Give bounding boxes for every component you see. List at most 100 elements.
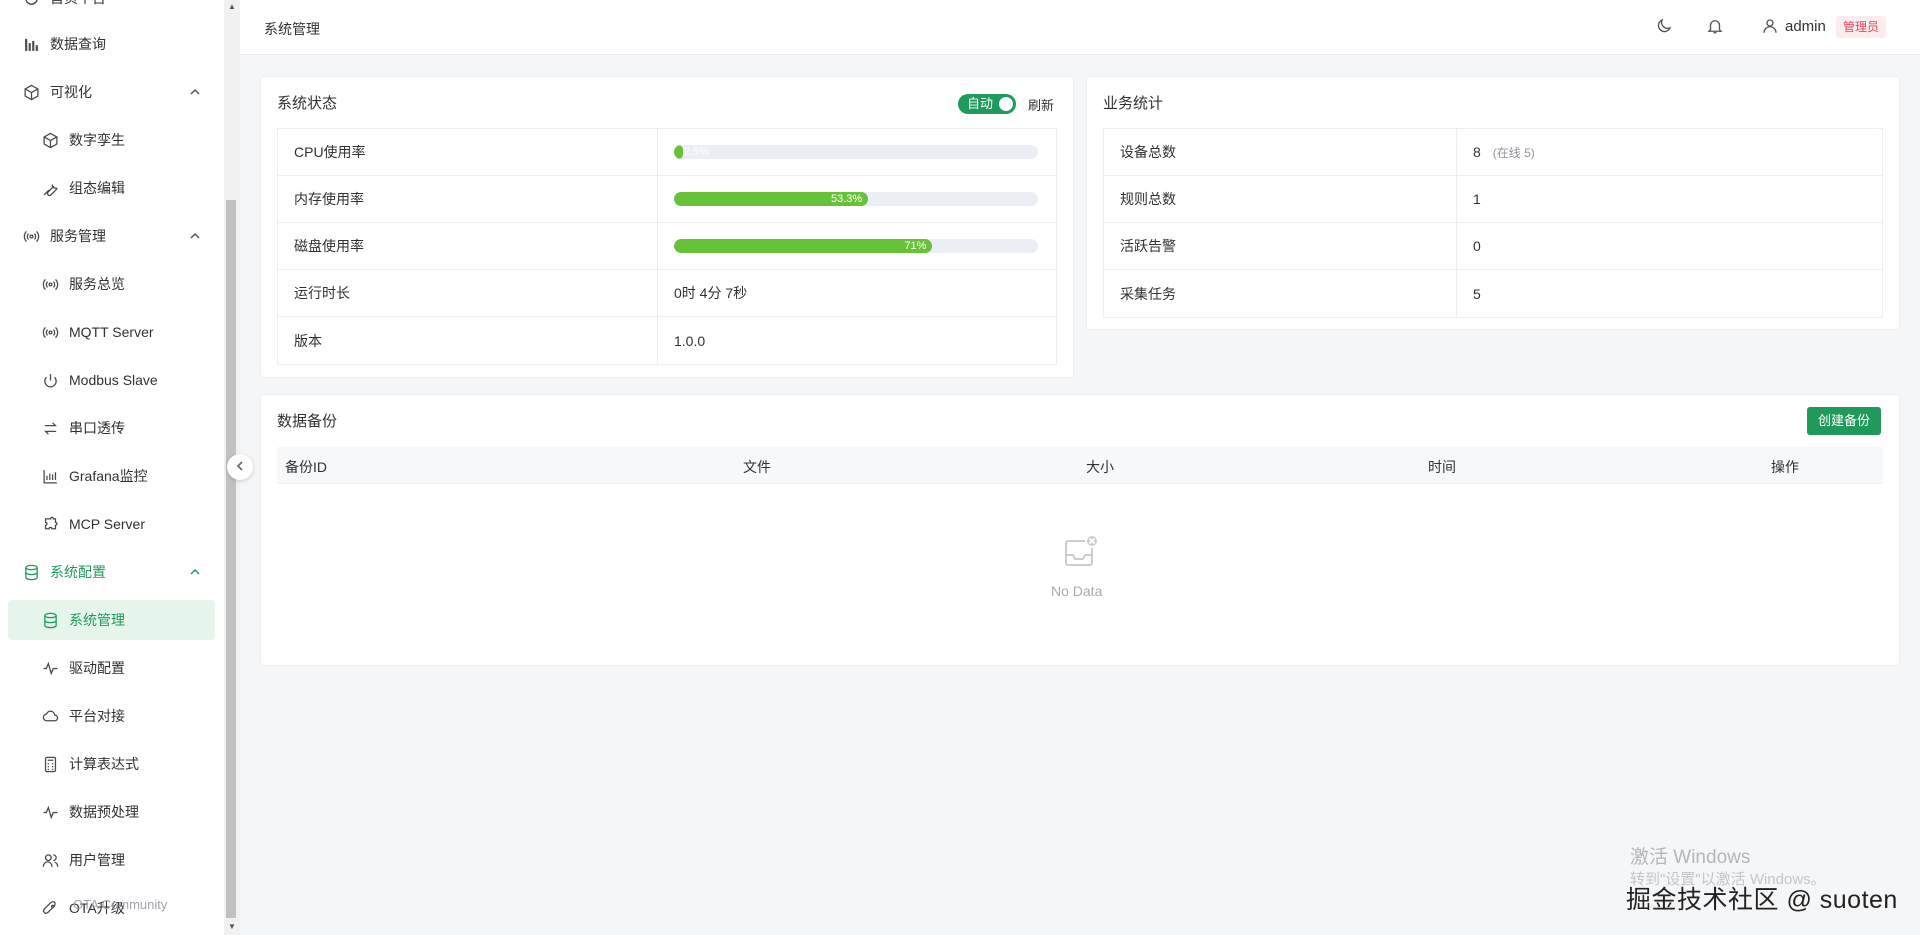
sidebar-item-label: 组态编辑 [69, 180, 125, 196]
sidebar-collapse-button[interactable] [227, 454, 253, 480]
sidebar-item-preprocessing[interactable]: 数据预处理 [8, 792, 215, 832]
role-badge: 管理员 [1836, 16, 1887, 38]
row-label: CPU使用率 [278, 129, 658, 175]
sidebar-item-expressions[interactable]: 计算表达式 [8, 744, 215, 784]
broadcast-icon [22, 227, 40, 245]
page-title: 系统管理 [264, 21, 320, 37]
sidebar-item-digital-twin[interactable]: 数字孪生 [8, 120, 215, 160]
sidebar-item-label: Modbus Slave [69, 372, 158, 388]
chevron-up-icon [189, 85, 201, 97]
calculator-icon [41, 755, 59, 773]
table-row: 设备总数 8 (在线 5) [1104, 129, 1882, 176]
column-header[interactable]: 时间 [1428, 457, 1456, 477]
sidebar-item-mcp-server[interactable]: MCP Server [8, 504, 215, 544]
create-backup-button[interactable]: 创建备份 [1807, 407, 1882, 435]
row-value: 2.5% [658, 129, 1056, 175]
sidebar-item-service-overview[interactable]: 服务总览 [8, 264, 215, 304]
system-status-card: 系统状态 自动 刷新 CPU使用率 2.5% 内存使用率 53.3% 磁盘使用率… [260, 76, 1074, 378]
progress-fill [674, 239, 933, 253]
sidebar-item-service-mgmt[interactable]: 服务管理 [8, 216, 215, 256]
table-row: 采集任务 5 [1104, 270, 1882, 317]
table-row: CPU使用率 2.5% [278, 129, 1056, 176]
sidebar-item-grafana[interactable]: Grafana监控 [8, 456, 215, 496]
column-header[interactable]: 大小 [1086, 457, 1114, 477]
card-title: 数据备份 [277, 413, 338, 430]
empty-inbox-icon [1063, 533, 1099, 569]
broadcast-icon [41, 275, 59, 293]
sidebar-item-config-editor[interactable]: 组态编辑 [8, 168, 215, 208]
memory-progress-bar: 53.3% [674, 192, 1038, 206]
user-icon[interactable] [1761, 17, 1779, 35]
sidebar-item-label: 数据查询 [50, 36, 106, 52]
sidebar-item-label: 用户管理 [69, 852, 125, 868]
table-row: 规则总数 1 [1104, 176, 1882, 223]
sidebar-item-label: 系统配置 [50, 564, 106, 580]
sidebar-item-system-mgmt[interactable]: 系统管理 [8, 600, 215, 640]
moon-icon[interactable] [1655, 17, 1675, 37]
sidebar-item-platform-integration[interactable]: 平台对接 [8, 696, 215, 736]
sidebar-item-home[interactable]: 首页平台 [8, 0, 215, 18]
disk-progress-bar: 71% [674, 239, 1038, 253]
table-row: 磁盘使用率 71% [278, 223, 1056, 270]
activation-watermark-title: 激活 Windows [1630, 847, 1751, 868]
sidebar-item-visualization[interactable]: 可视化 [8, 72, 215, 112]
scroll-up-arrow-icon[interactable]: ▲ [228, 2, 236, 11]
broadcast-icon [41, 323, 59, 341]
row-label: 设备总数 [1104, 129, 1457, 175]
table-row: 版本 1.0.0 [278, 317, 1056, 364]
table-row: 运行时长 0时 4分 7秒 [278, 270, 1056, 317]
column-header[interactable]: 操作 [1771, 457, 1799, 477]
sidebar-item-label: MQTT Server [69, 324, 154, 340]
sidebar-item-label: 服务总览 [69, 276, 125, 292]
row-label: 采集任务 [1104, 270, 1457, 317]
pulse-icon [41, 803, 59, 821]
stats-table: 设备总数 8 (在线 5) 规则总数 1 活跃告警 0 采集任务 5 [1103, 128, 1883, 318]
sidebar-item-modbus-slave[interactable]: Modbus Slave [8, 360, 215, 400]
backup-table-header: 备份ID 文件 大小 时间 操作 [277, 447, 1883, 484]
scroll-down-arrow-icon[interactable]: ▼ [228, 922, 236, 931]
cube-icon [22, 83, 40, 101]
progress-text: 71% [904, 240, 927, 252]
sidebar-item-mqtt-server[interactable]: MQTT Server [8, 312, 215, 352]
sidebar: 首页平台 数据查询 可视化 数字孪生 组态编辑 服务管理 服务总览 [0, 0, 224, 935]
users-icon [41, 851, 59, 869]
row-value: 0 [1473, 238, 1481, 254]
progress-fill [674, 145, 684, 159]
version-value: 1.0.0 [674, 332, 706, 349]
sidebar-item-label: 服务管理 [50, 228, 106, 244]
sidebar-item-label: 数字孪生 [69, 132, 125, 148]
auto-refresh-toggle[interactable]: 自动 [958, 94, 1016, 114]
database-icon [41, 611, 59, 629]
pulse-icon [41, 659, 59, 677]
row-value: 5 [1473, 285, 1481, 302]
bar-chart-icon [22, 35, 40, 53]
column-header[interactable]: 备份ID [285, 457, 327, 477]
sidebar-item-data-query[interactable]: 数据查询 [8, 24, 215, 64]
home-icon [22, 0, 40, 7]
chevron-up-icon [189, 565, 201, 577]
sidebar-item-label: 驱动配置 [69, 660, 125, 676]
sidebar-item-serial-passthrough[interactable]: 串口透传 [8, 408, 215, 448]
sidebar-item-system-config[interactable]: 系统配置 [8, 552, 215, 592]
row-value: 8 (在线 5) [1457, 129, 1882, 175]
wrench-icon [41, 179, 59, 197]
chevron-up-icon [189, 229, 201, 241]
sidebar-item-user-mgmt[interactable]: 用户管理 [8, 840, 215, 880]
cloud-icon [41, 707, 59, 725]
table-row: 内存使用率 53.3% [278, 176, 1056, 223]
user-name[interactable]: admin [1785, 18, 1826, 35]
sidebar-item-driver-config[interactable]: 驱动配置 [8, 648, 215, 688]
bell-icon[interactable] [1706, 17, 1726, 37]
column-header[interactable]: 文件 [743, 457, 771, 477]
sidebar-item-label: 系统管理 [69, 612, 125, 628]
table-row: 活跃告警 0 [1104, 223, 1882, 270]
business-stats-card: 业务统计 设备总数 8 (在线 5) 规则总数 1 活跃告警 0 采集任务 5 [1086, 76, 1900, 330]
toggle-label: 自动 [967, 96, 994, 111]
card-title: 业务统计 [1103, 95, 1164, 112]
power-icon [41, 371, 59, 389]
uptime-value: 0时 4分 7秒 [674, 285, 748, 301]
scroll-thumb[interactable] [226, 200, 236, 918]
sidebar-item-label: 可视化 [50, 84, 92, 100]
refresh-link[interactable]: 刷新 [1028, 95, 1054, 114]
sidebar-item-label: Grafana监控 [69, 468, 148, 484]
